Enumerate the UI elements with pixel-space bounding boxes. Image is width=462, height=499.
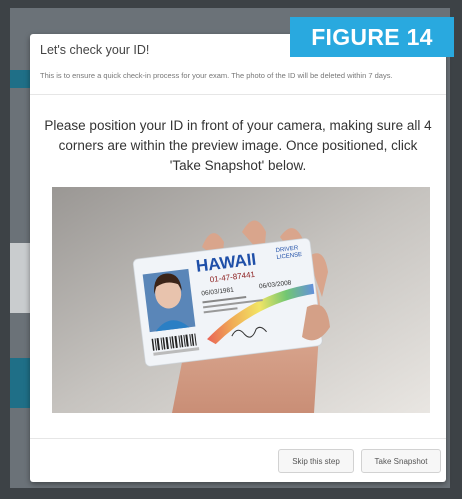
id-card: HAWAII DRIVER LICENSE 01-47-87441 06/03/… [132,237,323,367]
header-divider [30,94,446,95]
footer-divider [30,438,446,439]
modal-title: Let's check your ID! [40,43,150,57]
modal-subtitle: This is to ensure a quick check-in proce… [40,71,393,80]
instructions-text: Please position your ID in front of your… [44,118,432,173]
take-snapshot-button[interactable]: Take Snapshot [361,449,441,473]
camera-preview: HAWAII DRIVER LICENSE 01-47-87441 06/03/… [52,187,430,413]
skip-step-button[interactable]: Skip this step [278,449,354,473]
figure-label: FIGURE 14 [290,17,454,57]
id-check-modal: Let's check your ID! This is to ensure a… [30,34,446,482]
camera-preview-image: HAWAII DRIVER LICENSE 01-47-87441 06/03/… [52,187,430,413]
